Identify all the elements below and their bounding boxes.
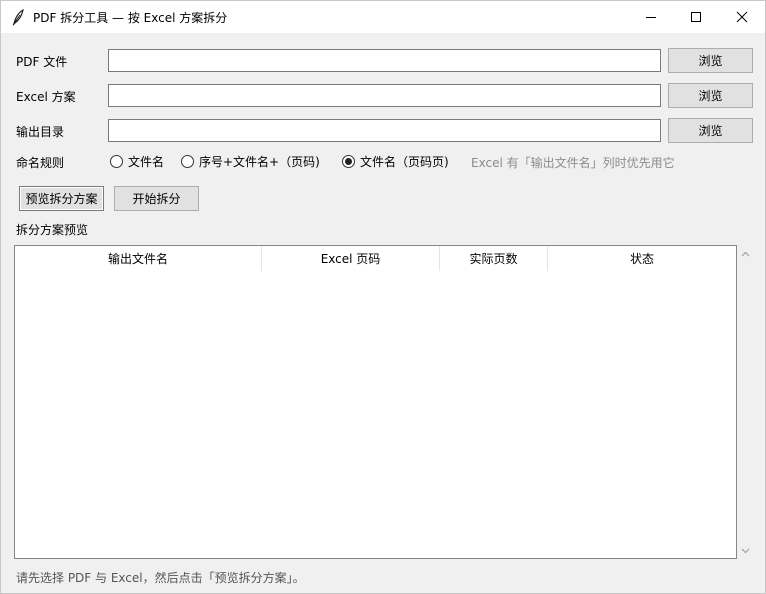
table-header: 输出文件名 Excel 页码 实际页数 状态 (15, 246, 736, 271)
start-split-button[interactable]: 开始拆分 (114, 186, 199, 211)
close-icon (736, 11, 748, 23)
title-bar[interactable]: PDF 拆分工具 — 按 Excel 方案拆分 (1, 1, 765, 33)
window-title: PDF 拆分工具 — 按 Excel 方案拆分 (33, 11, 228, 25)
output-dir-input[interactable] (108, 119, 661, 142)
excel-plan-label: Excel 方案 (16, 90, 76, 104)
radio-checked-icon (342, 155, 355, 168)
pdf-file-input[interactable] (108, 49, 661, 72)
feather-icon (10, 8, 26, 26)
preview-plan-button[interactable]: 预览拆分方案 (19, 186, 104, 211)
scroll-down-arrow[interactable] (737, 542, 754, 559)
radio-label: 文件名（页码页) (360, 155, 449, 169)
split-preview-table[interactable]: 输出文件名 Excel 页码 实际页数 状态 (14, 245, 737, 559)
radio-circle-icon (110, 155, 123, 168)
naming-hint: Excel 有「输出文件名」列时优先用它 (471, 156, 675, 170)
column-header-status[interactable]: 状态 (548, 246, 736, 271)
minimize-button[interactable] (628, 1, 674, 33)
naming-radio-filename-pages[interactable]: 文件名（页码页) (342, 153, 449, 170)
column-header-output-filename[interactable]: 输出文件名 (15, 246, 262, 271)
radio-label: 序号+文件名+（页码) (199, 155, 320, 169)
chevron-down-icon (741, 548, 750, 553)
minimize-icon (646, 17, 656, 18)
close-button[interactable] (719, 1, 765, 33)
pdf-browse-button[interactable]: 浏览 (668, 48, 753, 73)
excel-browse-button[interactable]: 浏览 (668, 83, 753, 108)
app-window: PDF 拆分工具 — 按 Excel 方案拆分 PDF 文件 浏览 Excel … (0, 0, 766, 594)
naming-radio-index-filename-page[interactable]: 序号+文件名+（页码) (181, 153, 320, 170)
pdf-file-label: PDF 文件 (16, 55, 68, 69)
chevron-up-icon (741, 251, 750, 256)
preview-section-label: 拆分方案预览 (16, 223, 89, 237)
radio-circle-icon (181, 155, 194, 168)
status-text: 请先选择 PDF 与 Excel，然后点击「预览拆分方案」。 (16, 571, 305, 585)
maximize-button[interactable] (673, 1, 719, 33)
maximize-icon (691, 12, 701, 22)
output-browse-button[interactable]: 浏览 (668, 118, 753, 143)
column-header-actual-pages[interactable]: 实际页数 (440, 246, 548, 271)
scroll-up-arrow[interactable] (737, 245, 754, 262)
column-header-excel-pages[interactable]: Excel 页码 (262, 246, 440, 271)
excel-plan-input[interactable] (108, 84, 661, 107)
naming-radio-filename[interactable]: 文件名 (110, 153, 164, 170)
naming-rule-label: 命名规则 (16, 156, 65, 170)
output-dir-label: 输出目录 (16, 125, 65, 139)
table-scrollbar[interactable] (737, 245, 754, 559)
radio-label: 文件名 (128, 155, 165, 169)
